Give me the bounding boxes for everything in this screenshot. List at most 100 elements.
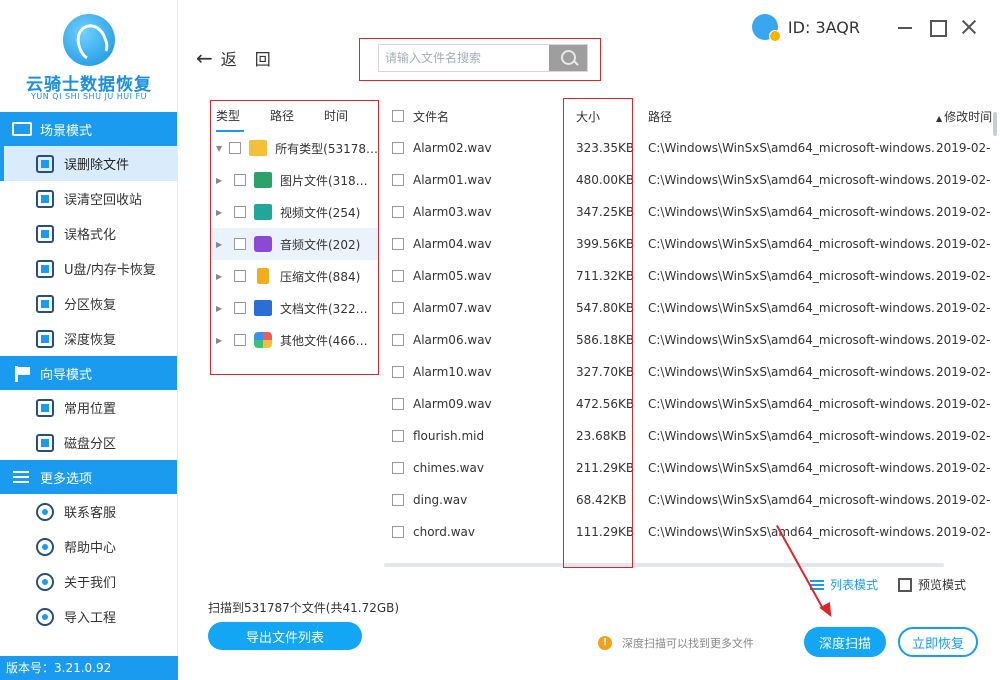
file-size: 347.25KB — [576, 205, 635, 219]
tree-checkbox[interactable] — [234, 238, 246, 250]
table-row[interactable]: Alarm02.wav 323.35KB C:\Windows\WinSxS\amd… — [384, 132, 1000, 164]
tree-checkbox[interactable] — [234, 270, 246, 282]
tree-tab-2[interactable]: 时间 — [324, 100, 378, 132]
header-path[interactable]: 路径 — [648, 108, 936, 125]
header-time[interactable]: ▲ 修改时间 — [936, 108, 1000, 125]
export-file-list-button[interactable]: 导出文件列表 — [208, 622, 362, 650]
tree-row[interactable]: ▶ 图片文件(318… — [210, 164, 378, 196]
search-icon[interactable] — [549, 45, 587, 71]
deep-scan-button[interactable]: 深度扫描 — [804, 627, 886, 657]
expand-caret-icon[interactable]: ▶ — [216, 272, 228, 281]
sidebar-item-0-4[interactable]: 分区恢复 — [0, 286, 177, 321]
select-all-checkbox[interactable] — [392, 110, 404, 122]
sidebar-item-1-1[interactable]: 磁盘分区 — [0, 425, 177, 460]
tree-checkbox[interactable] — [229, 142, 242, 154]
row-checkbox[interactable] — [392, 334, 404, 346]
table-row[interactable]: Alarm03.wav 347.25KB C:\Windows\WinSxS\amd… — [384, 196, 1000, 228]
expand-caret-icon[interactable]: ▶ — [216, 176, 228, 185]
file-path: C:\Windows\WinSxS\amd64_microsoft-window… — [648, 397, 936, 411]
table-row[interactable]: chimes.wav 211.29KB C:\Windows\WinSxS\amd6… — [384, 452, 1000, 484]
customer-service-icon — [36, 502, 54, 521]
list-mode-button[interactable]: 列表模式 — [810, 576, 878, 593]
tree-row-label: 压缩文件(884) — [280, 269, 361, 284]
minimize-icon[interactable] — [892, 16, 918, 38]
row-checkbox[interactable] — [392, 366, 404, 378]
sidebar-item-2-0[interactable]: 联系客服 — [0, 494, 177, 529]
back-button[interactable]: ← 返 回 — [196, 46, 271, 70]
list-mode-label: 列表模式 — [830, 578, 879, 592]
row-checkbox[interactable] — [392, 270, 404, 282]
tree-row[interactable]: ▶ 文档文件(322… — [210, 292, 378, 324]
table-row[interactable]: Alarm07.wav 547.80KB C:\Windows\WinSxS\amd… — [384, 292, 1000, 324]
sidebar-item-1-0[interactable]: 常用位置 — [0, 390, 177, 425]
table-row[interactable]: Alarm06.wav 586.18KB C:\Windows\WinSxS\amd… — [384, 324, 1000, 356]
user-badge-icon — [751, 14, 781, 42]
row-checkbox[interactable] — [392, 142, 404, 154]
tree-checkbox[interactable] — [234, 174, 246, 186]
tree-row[interactable]: ▶ 压缩文件(884) — [210, 260, 378, 292]
scan-info: 扫描到531787个文件(共41.72GB) — [208, 601, 400, 615]
tree-row[interactable]: ▶ 音频文件(202) — [210, 228, 378, 260]
expand-caret-icon[interactable]: ▶ — [216, 208, 228, 217]
table-row[interactable]: Alarm05.wav 711.32KB C:\Windows\WinSxS\amd… — [384, 260, 1000, 292]
tree-row[interactable]: ▶ 其他文件(466… — [210, 324, 378, 356]
tree-checkbox[interactable] — [234, 334, 246, 346]
file-table: 文件名 大小 路径 ▲ 修改时间 Alarm02.wav 323.35KB C:\Wi… — [384, 100, 1000, 568]
header-size[interactable]: 大小 — [572, 108, 648, 125]
menu-icon — [12, 470, 32, 484]
section-header-0: 场景模式 — [0, 112, 177, 146]
sidebar-item-2-2[interactable]: 关于我们 — [0, 564, 177, 599]
table-row[interactable]: Alarm09.wav 472.56KB C:\Windows\WinSxS\amd… — [384, 388, 1000, 420]
table-row[interactable]: Alarm04.wav 399.56KB C:\Windows\WinSxS\amd… — [384, 228, 1000, 260]
row-checkbox[interactable] — [392, 174, 404, 186]
expand-caret-icon[interactable]: ▶ — [216, 304, 228, 313]
row-checkbox[interactable] — [392, 494, 404, 506]
maximize-icon[interactable] — [924, 16, 950, 38]
sidebar-item-label: 分区恢复 — [64, 298, 117, 313]
sidebar-item-2-3[interactable]: 导入工程 — [0, 599, 177, 634]
table-row[interactable]: Alarm01.wav 480.00KB C:\Windows\WinSxS\amd… — [384, 164, 1000, 196]
sidebar-item-label: 误格式化 — [64, 228, 117, 243]
file-name: Alarm01.wav — [413, 173, 492, 187]
section-header-1: 向导模式 — [0, 356, 177, 390]
table-row[interactable]: ding.wav 68.42KB C:\Windows\WinSxS\amd64_m… — [384, 484, 1000, 516]
recover-now-button[interactable]: 立即恢复 — [898, 627, 978, 657]
close-icon[interactable] — [956, 16, 982, 38]
sidebar-item-0-2[interactable]: 误格式化 — [0, 216, 177, 251]
table-row[interactable]: chord.wav 111.29KB C:\Windows\WinSxS\amd64… — [384, 516, 1000, 548]
horizontal-scrollbar[interactable] — [384, 563, 944, 567]
expand-caret-icon[interactable]: ▼ — [216, 144, 223, 153]
import-icon — [36, 607, 54, 626]
preview-mode-button[interactable]: 预览模式 — [898, 576, 966, 593]
sidebar-item-0-1[interactable]: 误清空回收站 — [0, 181, 177, 216]
file-path: C:\Windows\WinSxS\amd64_microsoft-window… — [648, 237, 936, 251]
tree-checkbox[interactable] — [234, 206, 246, 218]
file-path: C:\Windows\WinSxS\amd64_microsoft-window… — [648, 333, 936, 347]
expand-caret-icon[interactable]: ▶ — [216, 240, 228, 249]
logo-area: 云骑士数据恢复 YUN QI SHI SHU JU HUI FU — [0, 0, 177, 112]
row-checkbox[interactable] — [392, 398, 404, 410]
sidebar-item-0-3[interactable]: U盘/内存卡恢复 — [0, 251, 177, 286]
sidebar-item-label: 联系客服 — [64, 506, 117, 521]
row-checkbox[interactable] — [392, 526, 404, 538]
row-checkbox[interactable] — [392, 206, 404, 218]
sidebar-item-0-0[interactable]: 误删除文件 — [0, 146, 177, 181]
search-input[interactable] — [379, 45, 551, 71]
tree-row[interactable]: ▶ 视频文件(254) — [210, 196, 378, 228]
row-checkbox[interactable] — [392, 430, 404, 442]
table-row[interactable]: flourish.mid 23.68KB C:\Windows\WinSxS\amd… — [384, 420, 1000, 452]
tree-row[interactable]: ▼ 所有类型(53178… — [210, 132, 378, 164]
row-checkbox[interactable] — [392, 302, 404, 314]
table-row[interactable]: Alarm10.wav 327.70KB C:\Windows\WinSxS\amd… — [384, 356, 1000, 388]
tree-tab-0[interactable]: 类型 — [216, 100, 270, 132]
tree-tab-1[interactable]: 路径 — [270, 100, 324, 132]
header-name[interactable]: 文件名 — [412, 108, 572, 125]
row-checkbox[interactable] — [392, 462, 404, 474]
sidebar-item-label: 深度恢复 — [64, 333, 117, 348]
expand-caret-icon[interactable]: ▶ — [216, 336, 228, 345]
vertical-scrollbar[interactable] — [993, 112, 997, 136]
row-checkbox[interactable] — [392, 238, 404, 250]
sidebar-item-0-5[interactable]: 深度恢复 — [0, 321, 177, 356]
tree-checkbox[interactable] — [234, 302, 246, 314]
sidebar-item-2-1[interactable]: 帮助中心 — [0, 529, 177, 564]
